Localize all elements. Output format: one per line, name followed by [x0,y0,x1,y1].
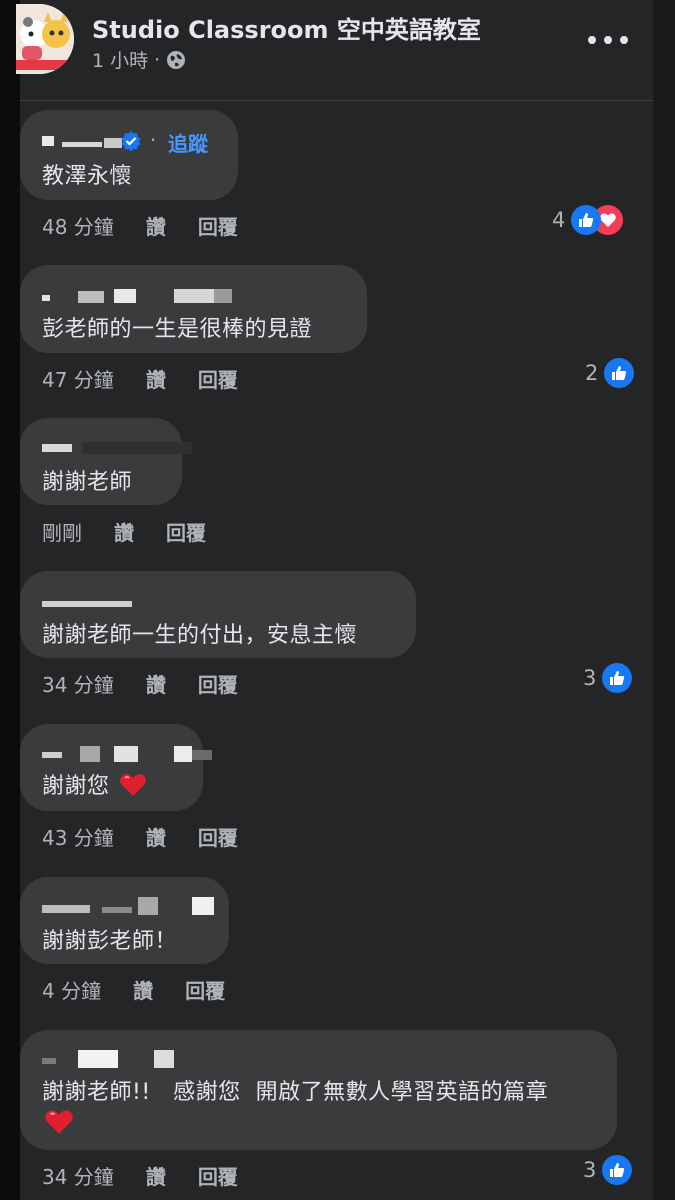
like-button[interactable]: 讚 [146,211,166,240]
reaction-summary[interactable]: 2 [585,358,635,388]
reply-button[interactable]: 回覆 [198,669,238,698]
author-name-redacted[interactable] [42,287,232,303]
reaction-count: 3 [583,666,597,690]
comment-text: 謝謝您 [42,768,147,800]
reaction-count: 3 [583,1158,597,1182]
author-name-redacted[interactable] [42,593,132,609]
verified-badge-icon [121,131,141,152]
reply-button[interactable]: 回覆 [198,364,238,393]
reply-button[interactable]: 回覆 [198,822,238,851]
comment-text: 謝謝老師 [42,470,133,495]
reply-button[interactable]: 回覆 [185,975,225,1004]
reply-button[interactable]: 回覆 [198,1161,238,1190]
comment-text: 教澤永懷 [42,164,133,189]
header-divider [20,100,653,101]
comments-panel: Studio Classroom 空中英語教室 1 小時 · · 追蹤 教澤永懷… [16,0,653,1200]
comment-text: 謝謝彭老師！ [42,929,178,954]
more-icon-dot [620,36,628,44]
like-icon [602,1155,633,1185]
author-name-redacted[interactable] [42,438,192,454]
comment-time[interactable]: 34 分鐘 [42,669,114,698]
red-heart-emoji-icon [45,1110,73,1134]
comment-bubble[interactable]: · 追蹤 教澤永懷 [20,110,238,200]
comment-text: 謝謝老師!! 感謝您 開啟了無數人學習英語的篇章 [42,1080,549,1105]
more-options-button[interactable] [588,30,628,50]
comment-text: 彭老師的一生是很棒的見證 [42,317,313,342]
comment-time[interactable]: 剛剛 [42,517,82,546]
comment-actions: 34 分鐘 讚 回覆 [42,1161,238,1190]
edge-strip [653,0,675,1200]
follow-separator: · [150,128,157,152]
page-name[interactable]: Studio Classroom 空中英語教室 [92,10,481,45]
like-button[interactable]: 讚 [114,517,134,546]
follow-button[interactable]: 追蹤 [168,128,208,157]
like-button[interactable]: 讚 [133,975,153,1004]
like-button[interactable]: 讚 [146,669,166,698]
author-name-redacted[interactable] [42,897,214,915]
comment-time[interactable]: 34 分鐘 [42,1161,114,1190]
comment-text: 謝謝老師一生的付出，安息主懷 [42,623,358,648]
comment-bubble[interactable]: 謝謝老師 [20,418,192,505]
comment-actions: 47 分鐘 讚 回覆 [42,364,238,393]
reply-button[interactable]: 回覆 [198,211,238,240]
comment-bubble[interactable]: 彭老師的一生是很棒的見證 [20,265,367,353]
page-avatar[interactable] [16,4,74,74]
like-icon [602,663,633,693]
reaction-count: 2 [585,361,599,385]
like-button[interactable]: 讚 [146,822,166,851]
comment-bubble[interactable]: 謝謝老師!! 感謝您 開啟了無數人學習英語的篇章 [20,1030,617,1150]
comment-actions: 48 分鐘 讚 回覆 [42,211,238,240]
comment-actions: 4 分鐘 讚 回覆 [42,975,225,1004]
reaction-summary[interactable]: 4 [552,205,624,235]
comment-bubble[interactable]: 謝謝老師一生的付出，安息主懷 [20,571,416,658]
more-icon-dot [604,36,612,44]
red-heart-emoji-icon [120,774,146,796]
like-button[interactable]: 讚 [146,1161,166,1190]
author-name-redacted[interactable] [42,1050,182,1068]
comment-time[interactable]: 43 分鐘 [42,822,114,851]
comment-time[interactable]: 48 分鐘 [42,211,114,240]
comment-text-body: 謝謝您 [42,774,110,799]
author-name-redacted[interactable] [42,132,122,148]
comment-actions: 剛剛 讚 回覆 [42,517,206,546]
comment-time[interactable]: 47 分鐘 [42,364,114,393]
comment-actions: 34 分鐘 讚 回覆 [42,669,238,698]
author-name-redacted[interactable] [42,744,212,762]
globe-icon [167,50,186,69]
comment-bubble[interactable]: 謝謝彭老師！ [20,877,229,964]
comment-time[interactable]: 4 分鐘 [42,975,101,1004]
reaction-summary[interactable]: 3 [583,1155,633,1185]
post-meta: 1 小時 · [92,46,186,73]
meta-separator: · [154,48,161,71]
post-time[interactable]: 1 小時 [92,46,148,73]
comment-actions: 43 分鐘 讚 回覆 [42,822,238,851]
reply-button[interactable]: 回覆 [166,517,206,546]
reaction-summary[interactable]: 3 [583,663,633,693]
reaction-count: 4 [552,208,566,232]
comment-bubble[interactable]: 謝謝您 [20,724,212,811]
more-icon-dot [588,36,596,44]
like-icon [604,358,635,388]
like-button[interactable]: 讚 [146,364,166,393]
